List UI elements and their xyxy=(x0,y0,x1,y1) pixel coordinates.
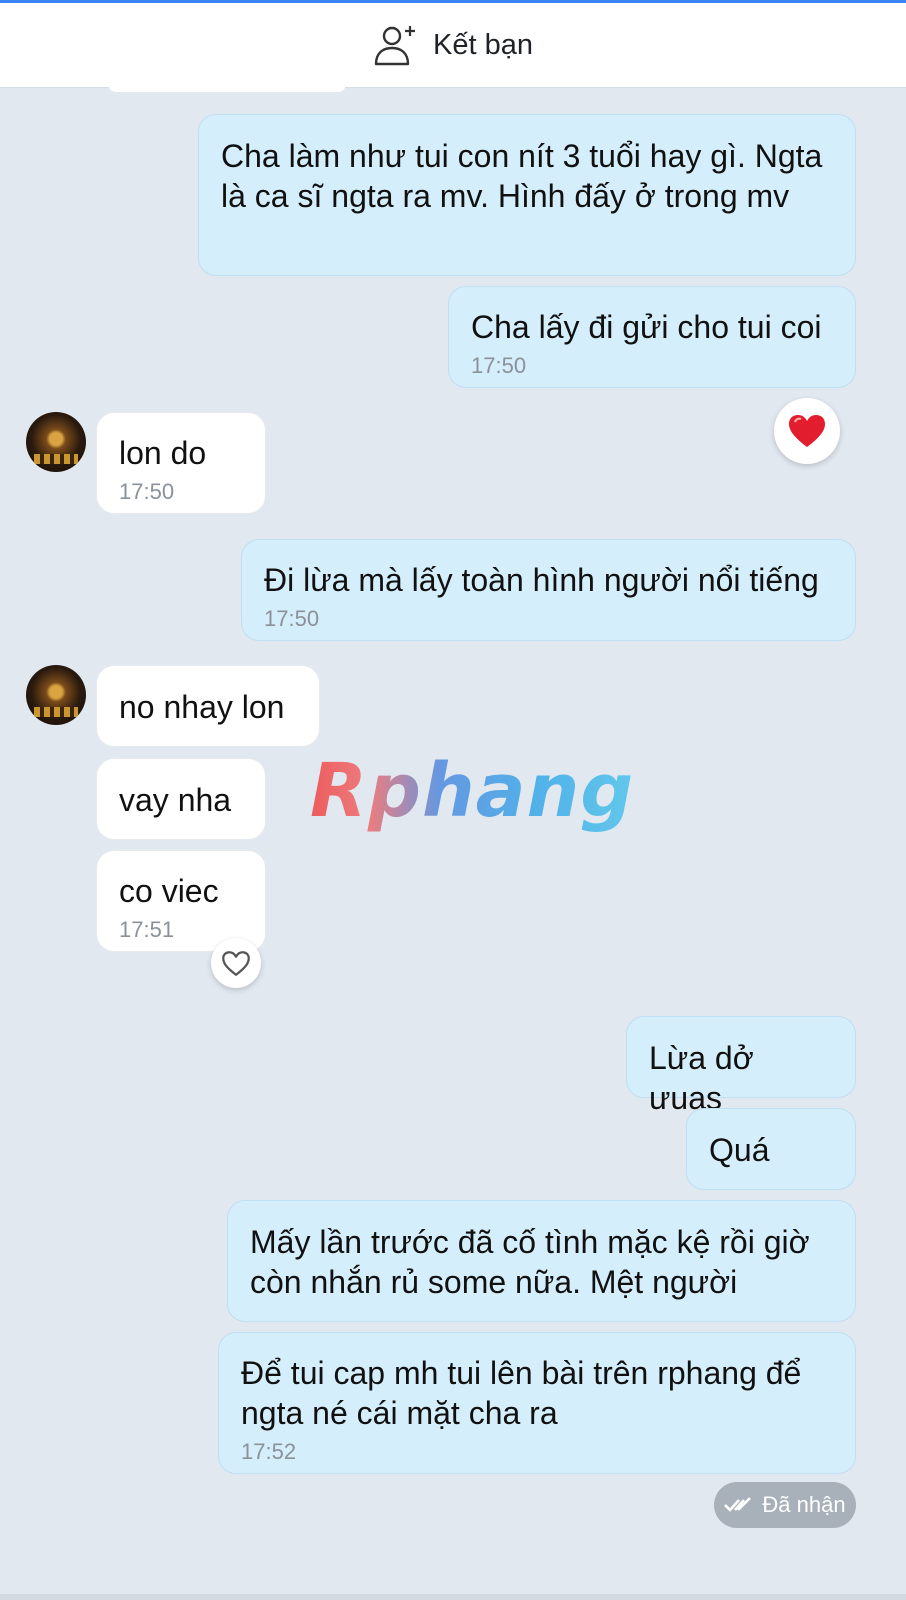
heart-reaction-button[interactable] xyxy=(211,938,261,988)
sent-message[interactable]: Quá xyxy=(686,1108,856,1190)
status-label: Đã nhận xyxy=(762,1492,846,1517)
message-time: 17:50 xyxy=(119,479,175,504)
received-message[interactable]: lon do 17:50 xyxy=(96,412,266,514)
message-text: no nhay lon xyxy=(119,689,285,725)
message-time: 17:50 xyxy=(264,606,320,631)
received-message[interactable]: vay nha xyxy=(96,758,266,840)
received-message[interactable]: co viec 17:51 xyxy=(96,850,266,952)
message-text: Đi lừa mà lấy toàn hình người nổi tiếng xyxy=(264,562,819,598)
sent-message[interactable]: Để tui cap mh tui lên bài trên rphang để… xyxy=(218,1332,856,1474)
message-time: 17:50 xyxy=(471,353,527,378)
watermark-logo: Rphang xyxy=(310,748,635,834)
add-friend-label: Kết bạn xyxy=(433,28,533,61)
double-check-icon xyxy=(724,1497,752,1512)
message-text: lon do xyxy=(119,435,207,471)
delivered-status-badge: Đã nhận xyxy=(714,1482,856,1528)
heart-outline-icon xyxy=(222,950,250,976)
message-text: Mấy lần trước đã cố tình mặc kệ rồi giờ … xyxy=(250,1224,810,1300)
sent-message[interactable]: Lừa dở ưuas xyxy=(626,1016,856,1116)
message-text: Để tui cap mh tui lên bài trên rphang để… xyxy=(241,1355,802,1431)
message-text: Quá xyxy=(709,1132,770,1168)
message-time: 17:51 xyxy=(119,917,175,942)
message-text: vay nha xyxy=(119,782,232,818)
sent-message[interactable]: Đi lừa mà lấy toàn hình người nổi tiếng … xyxy=(241,539,856,641)
heart-reaction[interactable] xyxy=(774,398,840,464)
previous-message-edge xyxy=(108,84,346,92)
message-text: Lừa dở ưuas xyxy=(649,1040,754,1116)
avatar[interactable] xyxy=(26,665,86,725)
message-time: 17:52 xyxy=(241,1439,297,1464)
heart-icon xyxy=(789,415,825,447)
received-message[interactable]: no nhay lon xyxy=(96,665,320,747)
sent-message[interactable]: Cha làm như tui con nít 3 tuổi hay gì. N… xyxy=(198,114,856,276)
top-bar: Kết bạn xyxy=(0,0,906,88)
sent-message[interactable]: Mấy lần trước đã cố tình mặc kệ rồi giờ … xyxy=(227,1200,856,1322)
avatar[interactable] xyxy=(26,412,86,472)
add-user-icon xyxy=(374,26,415,66)
message-text: co viec xyxy=(119,873,219,909)
message-text: Cha làm như tui con nít 3 tuổi hay gì. N… xyxy=(221,138,823,214)
add-friend-button[interactable]: Kết bạn xyxy=(373,23,533,67)
message-text: Cha lấy đi gửi cho tui coi xyxy=(471,309,822,345)
sent-message[interactable]: Cha lấy đi gửi cho tui coi 17:50 xyxy=(448,286,856,388)
bottom-edge xyxy=(0,1594,906,1600)
